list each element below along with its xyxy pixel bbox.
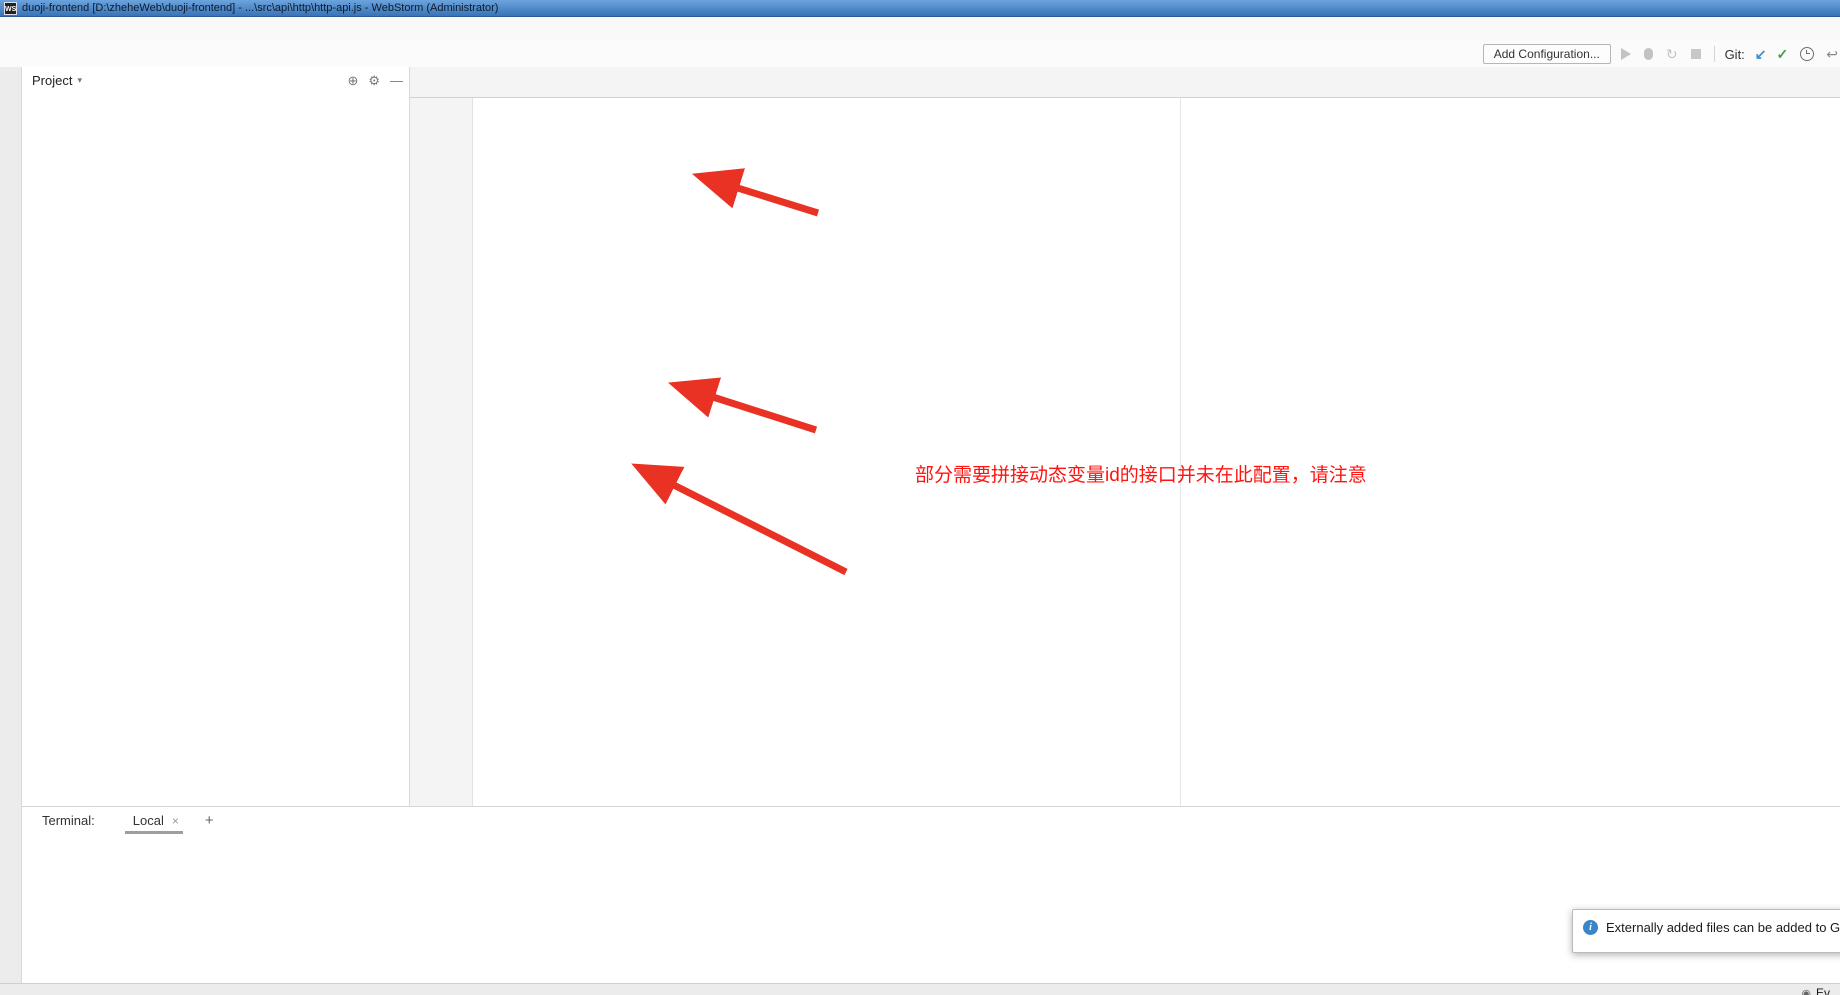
status-bar-items: [0, 984, 1840, 995]
event-log-icon: ◉: [1801, 987, 1811, 995]
event-log-label: Ev: [1816, 986, 1830, 995]
close-icon[interactable]: ×: [172, 814, 179, 828]
run-toolbar: Add Configuration... ↻ Git: ↙ ✓ ↩: [1483, 44, 1840, 64]
stop-icon[interactable]: [1691, 49, 1701, 59]
settings-gear-icon[interactable]: ⚙: [368, 73, 380, 89]
editor-gutter: [410, 98, 473, 806]
locate-file-icon[interactable]: ⊕: [347, 73, 358, 89]
chevron-down-icon[interactable]: ▾: [77, 75, 337, 86]
terminal-panel: Terminal: Local × +: [22, 806, 1840, 983]
history-icon[interactable]: [1800, 47, 1814, 61]
debug-icon[interactable]: [1644, 48, 1653, 60]
status-bar: ◉ Ev: [0, 983, 1840, 995]
terminal-header: Terminal: Local × +: [22, 807, 1840, 834]
vcs-notification: i Externally added files can be added to…: [1572, 909, 1840, 953]
terminal-tab-local[interactable]: Local ×: [125, 807, 183, 834]
rollback-icon[interactable]: ↩: [1826, 47, 1838, 61]
git-update-icon[interactable]: ↙: [1755, 47, 1767, 61]
new-terminal-session-icon[interactable]: +: [205, 812, 214, 829]
project-panel-header: Project ▾ ⊕ ⚙ —: [22, 67, 409, 94]
event-log-widget[interactable]: ◉ Ev: [1801, 986, 1830, 995]
info-icon: i: [1583, 920, 1598, 935]
webstorm-window: WS duoji-frontend [D:\zheheWeb\duoji-fro…: [0, 0, 1840, 995]
toolbar-divider: [1714, 46, 1715, 62]
git-label: Git:: [1725, 47, 1745, 62]
notification-message: Externally added files can be added to G…: [1606, 920, 1840, 935]
window-title: duoji-frontend [D:\zheheWeb\duoji-fronte…: [22, 2, 498, 14]
terminal-tab-underline: [125, 831, 183, 834]
coverage-icon[interactable]: ↻: [1666, 47, 1678, 61]
project-panel-title[interactable]: Project: [32, 73, 72, 88]
terminal-tab-label: Local: [133, 813, 164, 828]
title-bar[interactable]: WS duoji-frontend [D:\zheheWeb\duoji-fro…: [0, 0, 1840, 17]
menu-bar: [0, 17, 1840, 41]
red-annotation-text: 部分需要拼接动态变量id的接口并未在此配置，请注意: [915, 460, 1367, 487]
editor-tab-bar: [410, 67, 1840, 98]
right-margin-guide: [1180, 98, 1181, 806]
project-panel: Project ▾ ⊕ ⚙ —: [22, 67, 410, 806]
webstorm-logo-icon: WS: [4, 2, 17, 15]
hide-panel-icon[interactable]: —: [390, 73, 403, 88]
left-tool-stripe: [0, 67, 22, 983]
terminal-label: Terminal:: [42, 813, 95, 828]
run-icon[interactable]: [1621, 48, 1631, 60]
add-configuration-button[interactable]: Add Configuration...: [1483, 44, 1611, 64]
git-commit-icon[interactable]: ✓: [1777, 47, 1789, 61]
editor-area: 部分需要拼接动态变量id的接口并未在此配置，请注意: [410, 67, 1840, 806]
terminal-output[interactable]: [22, 834, 1840, 846]
toolbar-row: Add Configuration... ↻ Git: ↙ ✓ ↩: [0, 41, 1840, 68]
